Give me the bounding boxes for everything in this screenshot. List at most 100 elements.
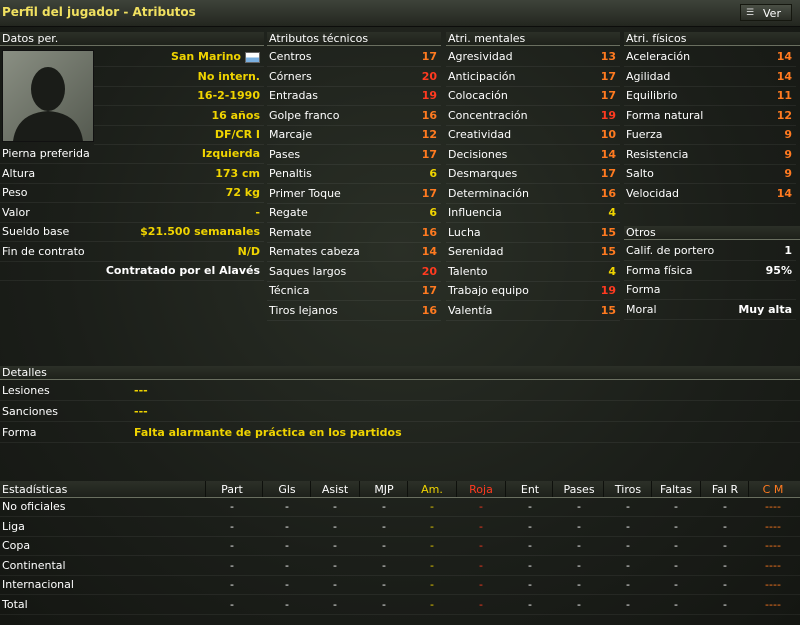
- stats-column-3[interactable]: MJP: [361, 483, 407, 496]
- physical-label[interactable]: Fuerza: [626, 125, 663, 144]
- physical-label[interactable]: Agilidad: [626, 67, 670, 86]
- player-photo: [2, 50, 94, 142]
- technical-value: 12: [421, 128, 437, 141]
- technical-label[interactable]: Técnica: [269, 281, 309, 300]
- mental-label[interactable]: Agresividad: [448, 47, 513, 66]
- mental-label[interactable]: Trabajo equipo: [448, 281, 529, 300]
- technical-row: Córners 20: [267, 67, 441, 87]
- stats-column-11[interactable]: C M: [750, 483, 796, 496]
- personal-row: Peso 72 kg: [0, 183, 264, 203]
- stats-cell: -: [430, 500, 434, 513]
- technical-label[interactable]: Centros: [269, 47, 311, 66]
- technical-label[interactable]: Pases: [269, 145, 300, 164]
- technical-label[interactable]: Remates cabeza: [269, 242, 360, 261]
- others-label[interactable]: Moral: [626, 300, 657, 319]
- stats-column-8[interactable]: Tiros: [605, 483, 651, 496]
- mental-label[interactable]: Influencia: [448, 203, 502, 222]
- others-label[interactable]: Forma: [626, 280, 660, 299]
- mental-label[interactable]: Valentía: [448, 301, 492, 320]
- stats-column-2[interactable]: Asist: [312, 483, 358, 496]
- mental-value: 17: [600, 89, 616, 102]
- mental-row: Talento 4: [446, 262, 620, 282]
- technical-label[interactable]: Córners: [269, 67, 312, 86]
- stats-column-7[interactable]: Pases: [554, 483, 604, 496]
- technical-value: 19: [421, 89, 437, 102]
- stats-cell: -: [382, 519, 386, 533]
- mental-value: 19: [600, 284, 616, 297]
- mental-label[interactable]: Talento: [448, 262, 487, 281]
- physical-row: Agilidad 14: [624, 67, 796, 87]
- stats-cell: -: [333, 500, 337, 513]
- list-icon: ☰: [746, 8, 755, 18]
- physical-value: 9: [784, 147, 792, 161]
- stats-cell: -: [382, 558, 386, 572]
- physical-label[interactable]: Salto: [626, 164, 654, 183]
- stats-cell: -: [674, 519, 678, 533]
- technical-row: Golpe franco 16: [267, 106, 441, 126]
- physical-label[interactable]: Aceleración: [626, 47, 690, 66]
- flag-icon: [245, 51, 260, 63]
- stats-cell: -: [626, 539, 630, 552]
- mental-label[interactable]: Lucha: [448, 223, 481, 242]
- others-label[interactable]: Calif. de portero: [626, 241, 714, 260]
- stats-row-label: Total: [2, 597, 28, 611]
- technical-row: Centros 17: [267, 47, 441, 67]
- others-label[interactable]: Forma física: [626, 261, 692, 280]
- mental-row: Determinación 16: [446, 184, 620, 204]
- others-row: Moral Muy alta: [624, 300, 796, 320]
- stats-cell: -: [430, 519, 434, 533]
- column-separator: [310, 481, 311, 497]
- technical-row: Entradas 19: [267, 86, 441, 106]
- mental-value: 17: [600, 69, 616, 83]
- technical-label[interactable]: Saques largos: [269, 262, 346, 281]
- technical-label[interactable]: Penaltis: [269, 164, 312, 183]
- technical-label[interactable]: Entradas: [269, 86, 318, 105]
- technical-value: 16: [421, 225, 437, 239]
- stats-column-0[interactable]: Part: [207, 483, 257, 496]
- stats-column-9[interactable]: Faltas: [653, 483, 699, 496]
- technical-label[interactable]: Regate: [269, 203, 308, 222]
- mental-label[interactable]: Concentración: [448, 106, 528, 125]
- personal-header: Datos per.: [0, 32, 264, 46]
- stats-cell: -: [479, 578, 483, 591]
- mental-label[interactable]: Anticipación: [448, 67, 516, 86]
- stats-column-5[interactable]: Roja: [458, 483, 504, 496]
- mental-label[interactable]: Creatividad: [448, 125, 511, 144]
- stats-row: Total - - - - - - - - - - - ----: [0, 595, 800, 615]
- stats-cell: -: [626, 519, 630, 533]
- intl-status: No intern.: [197, 69, 260, 83]
- stats-column-4[interactable]: Am.: [409, 483, 455, 496]
- others-value: 95%: [765, 263, 792, 277]
- technical-label[interactable]: Marcaje: [269, 125, 312, 144]
- view-button[interactable]: ☰ Ver: [740, 4, 792, 21]
- stats-column-1[interactable]: Gls: [264, 483, 310, 496]
- technical-row: Técnica 17: [267, 281, 441, 301]
- stats-column-10[interactable]: Fal R: [702, 483, 748, 496]
- details-value: Falta alarmante de práctica en los parti…: [134, 426, 402, 439]
- stats-cell: -: [479, 539, 483, 552]
- stats-cell: -: [674, 539, 678, 552]
- personal-value: $21.500 semanales: [140, 225, 260, 238]
- technical-label[interactable]: Golpe franco: [269, 106, 339, 125]
- mental-label[interactable]: Colocación: [448, 86, 508, 105]
- physical-label[interactable]: Forma natural: [626, 106, 703, 125]
- view-button-label: Ver: [763, 7, 781, 20]
- mental-label[interactable]: Determinación: [448, 184, 529, 203]
- physical-label[interactable]: Equilibrio: [626, 86, 677, 105]
- mental-value: 15: [600, 303, 616, 317]
- stats-cell: -: [479, 558, 483, 572]
- stats-cell: -: [285, 500, 289, 513]
- technical-label[interactable]: Primer Toque: [269, 184, 341, 203]
- stats-column-6[interactable]: Ent: [507, 483, 553, 496]
- mental-label[interactable]: Serenidad: [448, 242, 504, 261]
- nationality[interactable]: San Marino: [171, 47, 260, 66]
- technical-label[interactable]: Remate: [269, 223, 311, 242]
- physical-label[interactable]: Velocidad: [626, 184, 679, 203]
- mental-label[interactable]: Decisiones: [448, 145, 507, 164]
- mental-label[interactable]: Desmarques: [448, 164, 517, 183]
- physical-label[interactable]: Resistencia: [626, 145, 688, 164]
- mental-attributes: Agresividad 13 Anticipación 17 Colocación 17 C…: [446, 47, 620, 322]
- technical-label[interactable]: Tiros lejanos: [269, 301, 338, 320]
- personal-row: Pierna preferida Izquierda: [0, 144, 264, 164]
- mental-row: Serenidad 15: [446, 242, 620, 262]
